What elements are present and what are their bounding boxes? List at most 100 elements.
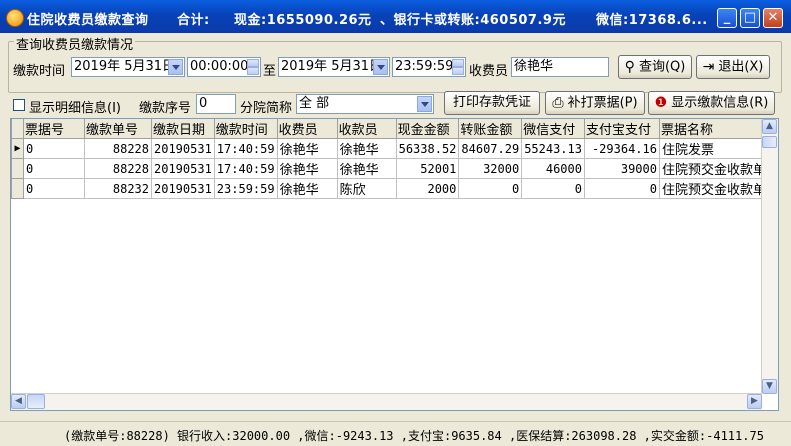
bank-total: 、银行卡或转账:460507.9元: [380, 13, 566, 28]
cell-receipt-no[interactable]: 0: [23, 178, 85, 199]
cell-receiver[interactable]: 徐艳华: [336, 138, 397, 159]
close-button[interactable]: ✕: [763, 8, 783, 28]
cell-cashier[interactable]: 徐艳华: [276, 138, 338, 159]
print-deposit-label: 打印存款凭证: [452, 95, 531, 110]
scroll-left-icon[interactable]: ◀: [11, 394, 26, 409]
cashier-label: 收费员: [469, 64, 509, 79]
start-time-spinner[interactable]: [247, 59, 259, 75]
horizontal-scroll-thumb[interactable]: [27, 394, 45, 409]
chevron-down-icon[interactable]: [417, 96, 432, 112]
column-header[interactable]: 缴款日期: [151, 119, 215, 139]
cell-payment-no[interactable]: 88228: [84, 138, 152, 159]
total-label: 合计:: [177, 13, 210, 28]
table-row[interactable]: 0 88228 20190531 17:40:59 徐艳华 徐艳华 52001 …: [11, 158, 775, 179]
start-time-value: 00:00:00: [190, 59, 249, 74]
branch-label: 分院简称: [240, 101, 293, 116]
cell-receiver[interactable]: 陈欣: [336, 178, 397, 199]
column-header[interactable]: 缴款单号: [84, 119, 152, 139]
cell-cashier[interactable]: 徐艳华: [276, 158, 338, 179]
cell-cashier[interactable]: 徐艳华: [276, 178, 338, 199]
exit-button[interactable]: ⇥ 退出(X): [696, 55, 770, 79]
cell-alipay[interactable]: 39000: [583, 158, 660, 179]
cell-wechat[interactable]: 46000: [521, 158, 585, 179]
start-date-picker[interactable]: 2019年 5月31日: [71, 57, 185, 77]
reprint-button[interactable]: ⎙ 补打票据(P): [545, 91, 645, 115]
cell-payment-no[interactable]: 88228: [84, 158, 152, 179]
column-header[interactable]: 支付宝支付: [583, 119, 660, 139]
cell-alipay[interactable]: -29364.16: [583, 138, 660, 159]
time-label: 缴款时间: [13, 64, 66, 79]
show-payment-button[interactable]: ❶ 显示缴款信息(R): [648, 91, 775, 115]
cell-date[interactable]: 20190531: [151, 138, 215, 159]
column-header[interactable]: 缴款时间: [213, 119, 278, 139]
end-date-picker[interactable]: 2019年 5月31日: [278, 57, 390, 77]
end-time-spinner[interactable]: [452, 59, 464, 75]
cell-date[interactable]: 20190531: [151, 158, 215, 179]
status-text: (缴款单号:88228) 银行收入:32000.00 ,微信:-9243.13 …: [64, 429, 764, 443]
chevron-down-icon[interactable]: [168, 59, 183, 75]
column-header[interactable]: 票据名称: [658, 119, 775, 139]
detail-checkbox[interactable]: [13, 99, 25, 111]
cell-transfer[interactable]: 0: [458, 178, 523, 199]
printer-icon: ⎙: [552, 95, 564, 111]
binoculars-icon: ⚲: [624, 59, 635, 75]
cashier-input[interactable]: 徐艳华: [511, 57, 609, 77]
print-deposit-button[interactable]: 打印存款凭证: [444, 91, 540, 115]
cell-cash[interactable]: 2000: [395, 178, 460, 199]
title-bar: 住院收费员缴款查询 合计: 现金:1655090.26元 、银行卡或转账:460…: [0, 0, 791, 33]
branch-select[interactable]: 全 部: [296, 94, 434, 114]
minimize-button[interactable]: _: [717, 8, 737, 28]
cell-receipt-name[interactable]: 住院发票: [658, 138, 775, 159]
vertical-scrollbar[interactable]: ▲ ▼: [761, 119, 778, 394]
scroll-down-icon[interactable]: ▼: [762, 379, 777, 394]
cell-time[interactable]: 17:40:59: [213, 138, 278, 159]
info-icon: ❶: [654, 95, 668, 111]
scroll-right-icon[interactable]: ▶: [747, 394, 762, 409]
cell-receiver[interactable]: 徐艳华: [336, 158, 397, 179]
reprint-label: 补打票据(P): [567, 95, 638, 111]
horizontal-scrollbar[interactable]: ◀ ▶: [11, 393, 762, 410]
column-header[interactable]: 微信支付: [521, 119, 585, 139]
column-header[interactable]: 现金金额: [395, 119, 460, 139]
status-bar: (缴款单号:88228) 银行收入:32000.00 ,微信:-9243.13 …: [0, 421, 791, 446]
to-label: 至: [263, 64, 277, 79]
minimize-icon: _: [723, 10, 731, 25]
detail-label: 显示明细信息(I): [29, 101, 121, 116]
start-time-field[interactable]: 00:00:00: [187, 57, 261, 77]
maximize-button[interactable]: □: [740, 8, 760, 28]
show-payment-label: 显示缴款信息(R): [671, 95, 769, 111]
scroll-up-icon[interactable]: ▲: [762, 119, 777, 134]
column-header[interactable]: 转账金额: [458, 119, 523, 139]
cell-receipt-no[interactable]: 0: [23, 158, 85, 179]
cell-transfer[interactable]: 84607.29: [458, 138, 523, 159]
window-title: 住院收费员缴款查询: [27, 13, 149, 28]
end-time-value: 23:59:59: [395, 59, 454, 74]
end-date-value: 2019年 5月31日: [281, 59, 383, 74]
end-time-field[interactable]: 23:59:59: [392, 57, 466, 77]
cell-date[interactable]: 20190531: [151, 178, 215, 199]
cell-wechat[interactable]: 0: [521, 178, 585, 199]
cell-time[interactable]: 23:59:59: [213, 178, 278, 199]
serial-input[interactable]: 0: [196, 94, 236, 114]
cell-alipay[interactable]: 0: [583, 178, 660, 199]
chevron-down-icon[interactable]: [373, 59, 388, 75]
cell-transfer[interactable]: 32000: [458, 158, 523, 179]
column-header[interactable]: 收费员: [276, 119, 338, 139]
vertical-scroll-thumb[interactable]: [762, 136, 777, 148]
column-header[interactable]: 收款员: [336, 119, 397, 139]
cell-cash[interactable]: 56338.52: [395, 138, 460, 159]
cell-time[interactable]: 17:40:59: [213, 158, 278, 179]
cell-receipt-name[interactable]: 住院预交金收款单: [658, 158, 775, 179]
column-header[interactable]: 票据号: [23, 119, 85, 139]
cell-cash[interactable]: 52001: [395, 158, 460, 179]
cell-receipt-name[interactable]: 住院预交金收款单: [658, 178, 775, 199]
cell-receipt-no[interactable]: 0: [23, 138, 85, 159]
exit-button-label: 退出(X): [718, 59, 764, 75]
table-row[interactable]: 0 88232 20190531 23:59:59 徐艳华 陈欣 2000 0 …: [11, 178, 775, 199]
cell-payment-no[interactable]: 88232: [84, 178, 152, 199]
table-row[interactable]: ▶ 0 88228 20190531 17:40:59 徐艳华 徐艳华 5633…: [11, 138, 775, 159]
query-button[interactable]: ⚲ 查询(Q): [618, 55, 692, 79]
cell-wechat[interactable]: 55243.13: [521, 138, 585, 159]
payment-grid[interactable]: 票据号 缴款单号 缴款日期 缴款时间 收费员 收款员 现金金额 转账金额 微信支…: [10, 118, 779, 411]
serial-value: 0: [199, 96, 208, 111]
